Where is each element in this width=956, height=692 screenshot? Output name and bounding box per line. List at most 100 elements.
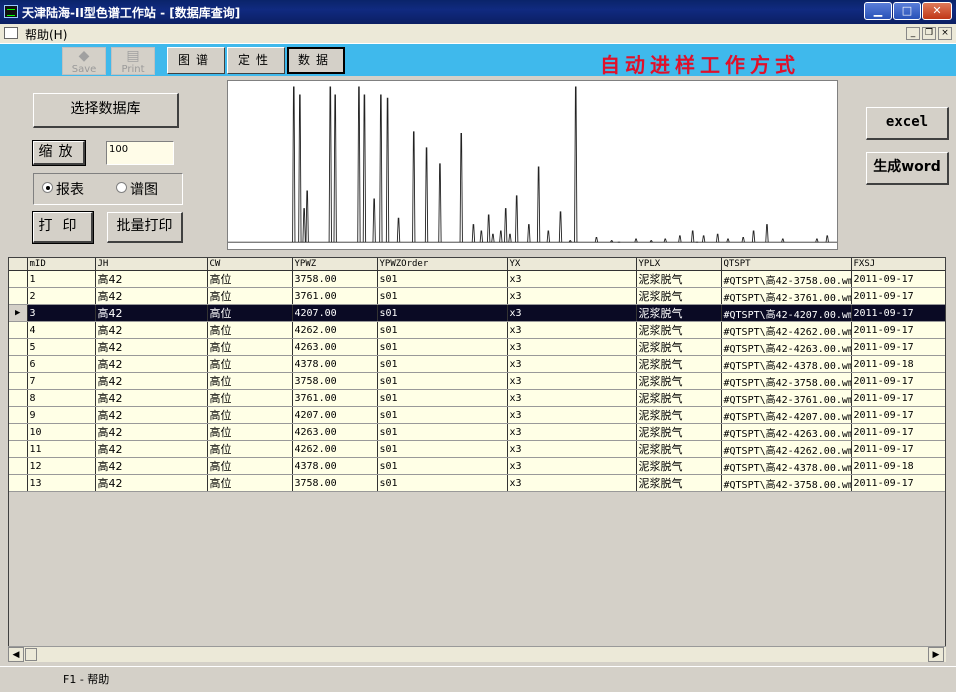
document-icon[interactable] xyxy=(4,27,18,39)
cell-qtspt[interactable]: #QTSPT\高42-4207.00.wmf xyxy=(721,304,852,322)
cell-cw[interactable]: 高位 xyxy=(207,457,293,475)
cell-mid[interactable]: 11 xyxy=(27,440,96,458)
row-indicator[interactable] xyxy=(9,338,28,356)
radio-spectrum[interactable] xyxy=(116,182,127,193)
cell-mid[interactable]: 5 xyxy=(27,338,96,356)
cell-cw[interactable]: 高位 xyxy=(207,474,293,492)
cell-ypwzorder[interactable]: s01 xyxy=(377,355,508,373)
table-row[interactable]: 11 高42 高位 4262.00 s01 x3 泥浆脱气 #QTSPT\高42-4262.0… xyxy=(9,440,945,458)
cell-qtspt[interactable]: #QTSPT\高42-4263.00.wmf xyxy=(721,423,852,441)
cell-ypwz[interactable]: 4263.00 xyxy=(292,423,378,441)
table-row[interactable]: 10 高42 高位 4263.00 s01 x3 泥浆脱气 #QTSPT\高42-4263.0… xyxy=(9,423,945,441)
cell-jh[interactable]: 高42 xyxy=(95,423,208,441)
cell-mid[interactable]: 4 xyxy=(27,321,96,339)
print-button[interactable]: 打印 xyxy=(33,212,93,243)
cell-mid[interactable]: 8 xyxy=(27,389,96,407)
cell-jh[interactable]: 高42 xyxy=(95,406,208,424)
cell-ypwzorder[interactable]: s01 xyxy=(377,372,508,390)
cell-cw[interactable]: 高位 xyxy=(207,304,293,322)
cell-yx[interactable]: x3 xyxy=(507,355,637,373)
row-indicator[interactable] xyxy=(9,270,28,288)
cell-mid[interactable]: 12 xyxy=(27,457,96,475)
cell-ypwz[interactable]: 4262.00 xyxy=(292,440,378,458)
cell-yplx[interactable]: 泥浆脱气 xyxy=(636,270,722,288)
cell-mid[interactable]: 7 xyxy=(27,372,96,390)
cell-ypwz[interactable]: 3758.00 xyxy=(292,270,378,288)
cell-qtspt[interactable]: #QTSPT\高42-4263.00.wmf xyxy=(721,338,852,356)
table-row[interactable]: 5 高42 高位 4263.00 s01 x3 泥浆脱气 #QTSPT\高42-4263.00… xyxy=(9,338,945,356)
radio-report-label[interactable]: 报表 xyxy=(56,179,84,199)
column-header[interactable]: JH xyxy=(95,258,208,271)
cell-yplx[interactable]: 泥浆脱气 xyxy=(636,440,722,458)
row-indicator[interactable] xyxy=(9,372,28,390)
scroll-right-arrow-icon[interactable]: ▶ xyxy=(928,647,944,662)
table-row[interactable]: 6 高42 高位 4378.00 s01 x3 泥浆脱气 #QTSPT\高42-4378.00… xyxy=(9,355,945,373)
cell-mid[interactable]: 3 xyxy=(27,304,96,322)
cell-yx[interactable]: x3 xyxy=(507,287,637,305)
cell-jh[interactable]: 高42 xyxy=(95,457,208,475)
cell-qtspt[interactable]: #QTSPT\高42-3761.00.wmf xyxy=(721,287,852,305)
cell-yx[interactable]: x3 xyxy=(507,474,637,492)
export-excel-button[interactable]: excel xyxy=(866,107,949,140)
cell-yplx[interactable]: 泥浆脱气 xyxy=(636,406,722,424)
cell-cw[interactable]: 高位 xyxy=(207,270,293,288)
cell-qtspt[interactable]: #QTSPT\高42-3758.00.wmf xyxy=(721,474,852,492)
cell-qtspt[interactable]: #QTSPT\高42-4262.00.wmf xyxy=(721,440,852,458)
cell-cw[interactable]: 高位 xyxy=(207,423,293,441)
row-indicator[interactable] xyxy=(9,440,28,458)
mdi-close-button[interactable]: × xyxy=(938,27,952,40)
cell-yplx[interactable]: 泥浆脱气 xyxy=(636,389,722,407)
column-header[interactable]: YPWZ xyxy=(292,258,378,271)
cell-yplx[interactable]: 泥浆脱气 xyxy=(636,474,722,492)
cell-ypwz[interactable]: 3761.00 xyxy=(292,287,378,305)
cell-ypwz[interactable]: 3758.00 xyxy=(292,372,378,390)
cell-fxsj[interactable]: 2011-09-18 xyxy=(851,457,945,475)
cell-cw[interactable]: 高位 xyxy=(207,338,293,356)
cell-yplx[interactable]: 泥浆脱气 xyxy=(636,457,722,475)
cell-fxsj[interactable]: 2011-09-17 xyxy=(851,304,945,322)
cell-ypwz[interactable]: 4378.00 xyxy=(292,355,378,373)
table-row[interactable]: 7 高42 高位 3758.00 s01 x3 泥浆脱气 #QTSPT\高42-3758.00… xyxy=(9,372,945,390)
cell-yplx[interactable]: 泥浆脱气 xyxy=(636,321,722,339)
cell-yplx[interactable]: 泥浆脱气 xyxy=(636,355,722,373)
cell-mid[interactable]: 13 xyxy=(27,474,96,492)
cell-ypwzorder[interactable]: s01 xyxy=(377,406,508,424)
cell-ypwz[interactable]: 4207.00 xyxy=(292,304,378,322)
table-row[interactable]: ▶ 3 高42 高位 4207.00 s01 x3 泥浆脱气 #QTSPT\高42-4207.0… xyxy=(9,304,945,322)
cell-yx[interactable]: x3 xyxy=(507,440,637,458)
cell-fxsj[interactable]: 2011-09-17 xyxy=(851,389,945,407)
cell-fxsj[interactable]: 2011-09-17 xyxy=(851,440,945,458)
tab-spectrum[interactable]: 图谱 xyxy=(167,47,225,74)
cell-fxsj[interactable]: 2011-09-17 xyxy=(851,270,945,288)
cell-cw[interactable]: 高位 xyxy=(207,372,293,390)
cell-jh[interactable]: 高42 xyxy=(95,338,208,356)
minimize-button[interactable]: ▁ xyxy=(864,2,892,20)
cell-jh[interactable]: 高42 xyxy=(95,372,208,390)
column-header[interactable]: FXSJ xyxy=(851,258,945,271)
cell-cw[interactable]: 高位 xyxy=(207,389,293,407)
mdi-minimize-button[interactable]: _ xyxy=(906,27,920,40)
cell-fxsj[interactable]: 2011-09-17 xyxy=(851,372,945,390)
cell-ypwzorder[interactable]: s01 xyxy=(377,457,508,475)
radio-spectrum-label[interactable]: 谱图 xyxy=(130,179,158,199)
cell-ypwzorder[interactable]: s01 xyxy=(377,321,508,339)
data-grid[interactable]: mID JH CW YPWZ YPWZOrder YX YPLX QTSPT FXSJ 1 高42… xyxy=(8,257,946,660)
row-indicator[interactable] xyxy=(9,474,28,492)
batch-print-button[interactable]: 批量打印 xyxy=(107,212,183,243)
tab-qualitative[interactable]: 定性 xyxy=(227,47,285,74)
cell-yplx[interactable]: 泥浆脱气 xyxy=(636,304,722,322)
cell-yx[interactable]: x3 xyxy=(507,423,637,441)
cell-yplx[interactable]: 泥浆脱气 xyxy=(636,287,722,305)
row-indicator[interactable] xyxy=(9,406,28,424)
cell-ypwz[interactable]: 3761.00 xyxy=(292,389,378,407)
cell-ypwz[interactable]: 4378.00 xyxy=(292,457,378,475)
cell-ypwzorder[interactable]: s01 xyxy=(377,304,508,322)
column-header[interactable]: mID xyxy=(27,258,96,271)
cell-jh[interactable]: 高42 xyxy=(95,304,208,322)
column-header[interactable]: QTSPT xyxy=(721,258,852,271)
cell-cw[interactable]: 高位 xyxy=(207,355,293,373)
cell-fxsj[interactable]: 2011-09-17 xyxy=(851,406,945,424)
cell-fxsj[interactable]: 2011-09-17 xyxy=(851,474,945,492)
cell-ypwz[interactable]: 4207.00 xyxy=(292,406,378,424)
cell-qtspt[interactable]: #QTSPT\高42-4207.00.wmf xyxy=(721,406,852,424)
